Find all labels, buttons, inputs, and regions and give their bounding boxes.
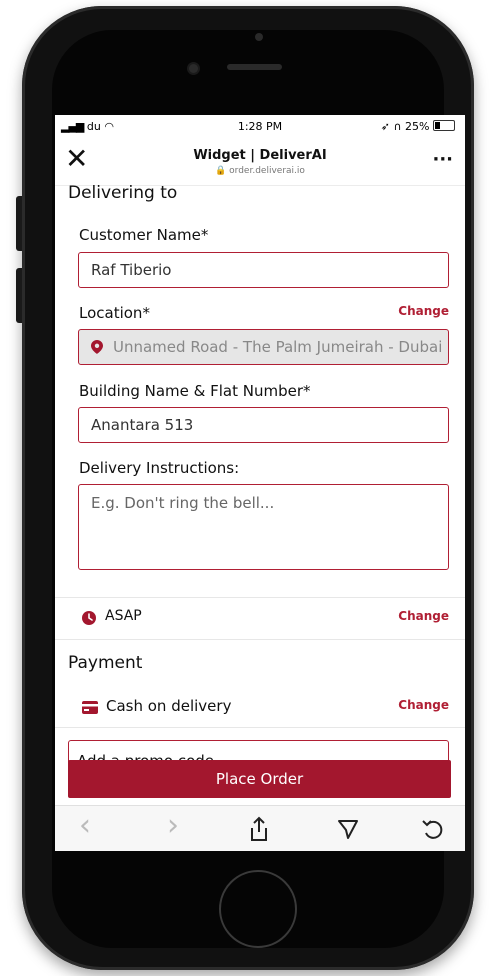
- camera-dot: [255, 33, 263, 41]
- volume-down-button: [16, 268, 22, 323]
- card-icon: [82, 701, 98, 714]
- delivery-time: ASAP: [105, 608, 142, 624]
- back-icon[interactable]: ‹: [79, 808, 91, 843]
- screen: ▂▄▆ du ◠ 1:28 PM ➶ ∩ 25% ✕ Widget | Deli…: [55, 115, 465, 851]
- divider: [55, 727, 465, 728]
- payment-method: Cash on delivery: [106, 697, 232, 715]
- url-text: order.deliverai.io: [229, 166, 305, 176]
- location-input[interactable]: Unnamed Road - The Palm Jumeirah - Dubai: [78, 329, 449, 365]
- headphones-icon: ∩: [393, 120, 402, 133]
- battery-percent: 25%: [405, 120, 430, 133]
- page-title: Widget | DeliverAI: [193, 148, 327, 163]
- building-label: Building Name & Flat Number*: [79, 382, 311, 400]
- forward-icon[interactable]: ›: [167, 808, 179, 843]
- instructions-textarea[interactable]: E.g. Don't ring the bell...: [78, 484, 449, 570]
- more-icon[interactable]: ···: [432, 149, 453, 170]
- status-right: ➶ ∩ 25%: [381, 120, 455, 133]
- battery-icon: [433, 120, 455, 131]
- divider: [55, 639, 465, 640]
- location-value: Unnamed Road - The Palm Jumeirah - Dubai: [113, 338, 443, 356]
- browser-header: ✕ Widget | DeliverAI 🔒 order.deliverai.i…: [55, 139, 465, 186]
- browser-toolbar: ‹ ›: [55, 805, 465, 851]
- clock-icon: [82, 611, 96, 625]
- time-change-button[interactable]: Change: [398, 609, 449, 623]
- payment-title: Payment: [68, 653, 143, 673]
- lock-icon: 🔒: [215, 166, 227, 176]
- section-title: Delivering to: [68, 183, 178, 203]
- name-label: Customer Name*: [79, 226, 209, 244]
- divider: [55, 597, 465, 598]
- home-button[interactable]: [219, 870, 297, 948]
- location-label: Location*: [79, 304, 150, 322]
- place-order-button[interactable]: Place Order: [68, 760, 451, 798]
- refresh-icon[interactable]: [421, 817, 445, 841]
- speaker-grille: [227, 64, 282, 70]
- building-input[interactable]: Anantara 513: [78, 407, 449, 443]
- location-arrow-icon: ➶: [380, 120, 390, 133]
- send-icon[interactable]: [337, 818, 359, 840]
- instructions-label: Delivery Instructions:: [79, 459, 240, 477]
- share-icon[interactable]: [248, 816, 270, 842]
- volume-up-button: [16, 196, 22, 251]
- status-bar: ▂▄▆ du ◠ 1:28 PM ➶ ∩ 25%: [55, 115, 465, 137]
- payment-change-button[interactable]: Change: [398, 698, 449, 712]
- location-change-button[interactable]: Change: [398, 304, 449, 318]
- front-camera: [189, 64, 198, 73]
- name-input[interactable]: Raf Tiberio: [78, 252, 449, 288]
- url-bar[interactable]: 🔒 order.deliverai.io: [55, 166, 465, 176]
- pin-icon: [91, 340, 103, 354]
